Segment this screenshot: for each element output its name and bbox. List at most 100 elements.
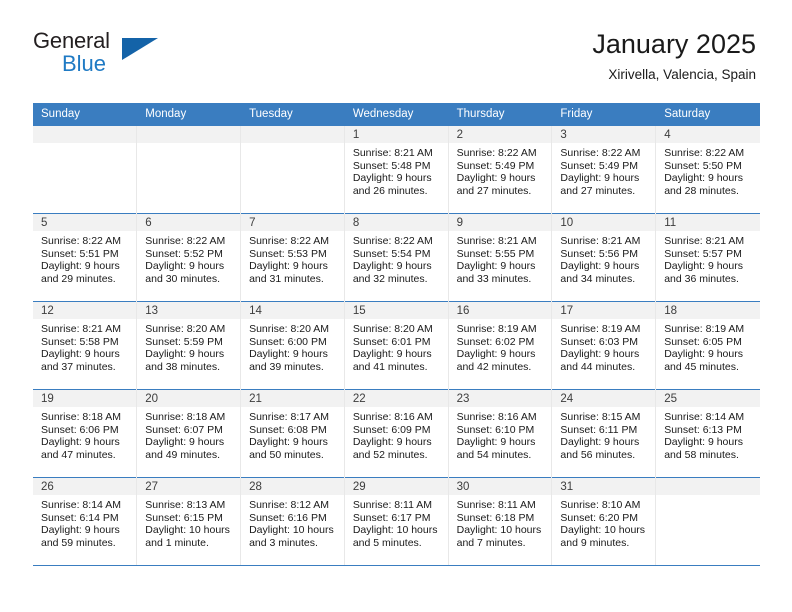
sunrise-text: Sunrise: 8:21 AM xyxy=(560,235,641,247)
day-number xyxy=(137,126,241,143)
sunset-text: Sunset: 6:10 PM xyxy=(456,423,535,436)
calendar-day-cell[interactable]: 23 Sunrise: 8:16 AM Sunset: 6:10 PM Dayligh… xyxy=(448,389,553,478)
calendar-day-cell[interactable]: 4 Sunrise: 8:22 AM Sunset: 5:50 PM Daylight… xyxy=(655,125,760,214)
sunrise-text: Sunrise: 8:21 AM xyxy=(352,147,433,159)
calendar-day-cell-empty xyxy=(136,125,242,214)
calendar-day-cell[interactable]: 8 Sunrise: 8:22 AM Sunset: 5:54 PM Daylight… xyxy=(344,213,449,302)
sunrise-text: Sunrise: 8:22 AM xyxy=(456,147,537,159)
daylight-text-line1: Daylight: 10 hours xyxy=(249,524,334,537)
calendar-day-cell[interactable]: 11 Sunrise: 8:21 AM Sunset: 5:57 PM Dayligh… xyxy=(655,213,760,302)
calendar-day-cell[interactable]: 15 Sunrise: 8:20 AM Sunset: 6:01 PM Dayligh… xyxy=(344,301,449,390)
daylight-text-line2: and 29 minutes. xyxy=(41,272,116,285)
calendar-day-cell[interactable]: 21 Sunrise: 8:17 AM Sunset: 6:08 PM Dayligh… xyxy=(240,389,345,478)
calendar-day-cell[interactable]: 28 Sunrise: 8:12 AM Sunset: 6:16 PM Dayligh… xyxy=(240,477,345,566)
sunset-text: Sunset: 6:16 PM xyxy=(249,511,327,524)
calendar-day-cell[interactable]: 18 Sunrise: 8:19 AM Sunset: 6:05 PM Dayligh… xyxy=(655,301,760,390)
daylight-text-line2: and 45 minutes. xyxy=(664,360,739,373)
calendar-week-row: 19 Sunrise: 8:18 AM Sunset: 6:06 PM Dayligh… xyxy=(33,389,760,478)
calendar-day-cell-empty xyxy=(655,477,760,566)
page-header: General Blue January 2025 Xirivella, Val… xyxy=(0,0,792,82)
day-details: Sunrise: 8:14 AM Sunset: 6:14 PM Daylight:… xyxy=(33,495,136,549)
day-number: 22 xyxy=(344,390,448,407)
daylight-text-line1: Daylight: 9 hours xyxy=(664,348,743,361)
calendar-day-cell[interactable]: 14 Sunrise: 8:20 AM Sunset: 6:00 PM Dayligh… xyxy=(240,301,345,390)
day-number: 27 xyxy=(137,478,241,495)
day-number: 10 xyxy=(552,214,656,231)
calendar-day-cell[interactable]: 25 Sunrise: 8:14 AM Sunset: 6:13 PM Dayligh… xyxy=(655,389,760,478)
calendar-day-cell[interactable]: 10 Sunrise: 8:21 AM Sunset: 5:56 PM Dayligh… xyxy=(551,213,657,302)
day-number: 15 xyxy=(344,302,448,319)
calendar-day-cell[interactable]: 5 Sunrise: 8:22 AM Sunset: 5:51 PM Daylight… xyxy=(33,213,138,302)
calendar-day-cell[interactable]: 26 Sunrise: 8:14 AM Sunset: 6:14 PM Dayligh… xyxy=(33,477,138,566)
day-number: 12 xyxy=(33,302,137,319)
sunrise-text: Sunrise: 8:14 AM xyxy=(664,411,745,423)
day-details: Sunrise: 8:21 AM Sunset: 5:55 PM Daylight:… xyxy=(449,231,552,285)
sunset-text: Sunset: 6:18 PM xyxy=(456,511,535,524)
general-blue-logo[interactable]: General Blue xyxy=(33,30,163,78)
day-number: 23 xyxy=(448,390,552,407)
calendar-day-cell[interactable]: 13 Sunrise: 8:20 AM Sunset: 5:59 PM Dayligh… xyxy=(136,301,242,390)
sunrise-text: Sunrise: 8:18 AM xyxy=(145,411,226,423)
sunset-text: Sunset: 6:07 PM xyxy=(145,423,223,436)
daylight-text-line1: Daylight: 10 hours xyxy=(456,524,542,537)
day-number: 20 xyxy=(137,390,241,407)
day-number: 24 xyxy=(552,390,656,407)
calendar-day-cell[interactable]: 20 Sunrise: 8:18 AM Sunset: 6:07 PM Dayligh… xyxy=(136,389,242,478)
daylight-text-line1: Daylight: 9 hours xyxy=(664,260,743,273)
sunset-text: Sunset: 5:59 PM xyxy=(145,335,223,348)
calendar-day-cell[interactable]: 17 Sunrise: 8:19 AM Sunset: 6:03 PM Dayligh… xyxy=(551,301,657,390)
calendar-day-cell[interactable]: 1 Sunrise: 8:21 AM Sunset: 5:48 PM Daylight… xyxy=(344,125,449,214)
sunrise-text: Sunrise: 8:22 AM xyxy=(41,235,121,247)
sunset-text: Sunset: 5:58 PM xyxy=(41,335,119,348)
day-number: 21 xyxy=(241,390,344,407)
daylight-text-line2: and 47 minutes. xyxy=(41,448,116,461)
daylight-text-line2: and 28 minutes. xyxy=(664,184,739,197)
calendar-day-cell[interactable]: 19 Sunrise: 8:18 AM Sunset: 6:06 PM Dayligh… xyxy=(33,389,138,478)
daylight-text-line2: and 27 minutes. xyxy=(456,184,532,197)
daylight-text-line2: and 34 minutes. xyxy=(560,272,636,285)
sunset-text: Sunset: 5:50 PM xyxy=(664,159,742,172)
sunset-text: Sunset: 6:05 PM xyxy=(664,335,742,348)
calendar-day-cell[interactable]: 24 Sunrise: 8:15 AM Sunset: 6:11 PM Dayligh… xyxy=(551,389,657,478)
day-number: 13 xyxy=(137,302,241,319)
sunrise-text: Sunrise: 8:11 AM xyxy=(352,499,433,511)
location-subtitle: Xirivella, Valencia, Spain xyxy=(608,67,756,82)
calendar-day-cell[interactable]: 16 Sunrise: 8:19 AM Sunset: 6:02 PM Dayligh… xyxy=(448,301,553,390)
calendar-day-cell[interactable]: 31 Sunrise: 8:10 AM Sunset: 6:20 PM Dayligh… xyxy=(551,477,657,566)
daylight-text-line1: Daylight: 9 hours xyxy=(249,348,328,361)
sunrise-text: Sunrise: 8:11 AM xyxy=(456,499,536,511)
daylight-text-line2: and 1 minute. xyxy=(145,536,209,549)
daylight-text-line1: Daylight: 9 hours xyxy=(560,348,640,361)
sunrise-text: Sunrise: 8:14 AM xyxy=(41,499,121,511)
calendar-day-cell[interactable]: 9 Sunrise: 8:21 AM Sunset: 5:55 PM Daylight… xyxy=(448,213,553,302)
daylight-text-line1: Daylight: 9 hours xyxy=(560,260,640,273)
day-number xyxy=(241,126,344,143)
daylight-text-line2: and 41 minutes. xyxy=(352,360,428,373)
day-details: Sunrise: 8:17 AM Sunset: 6:08 PM Daylight:… xyxy=(241,407,344,461)
calendar-day-cell[interactable]: 7 Sunrise: 8:22 AM Sunset: 5:53 PM Daylight… xyxy=(240,213,345,302)
day-number: 28 xyxy=(241,478,344,495)
calendar-day-cell[interactable]: 2 Sunrise: 8:22 AM Sunset: 5:49 PM Daylight… xyxy=(448,125,553,214)
calendar-day-cell[interactable]: 27 Sunrise: 8:13 AM Sunset: 6:15 PM Dayligh… xyxy=(136,477,242,566)
day-details: Sunrise: 8:18 AM Sunset: 6:06 PM Daylight:… xyxy=(33,407,136,461)
daylight-text-line1: Daylight: 9 hours xyxy=(456,348,536,361)
day-number: 14 xyxy=(241,302,344,319)
daylight-text-line1: Daylight: 9 hours xyxy=(41,436,120,449)
daylight-text-line1: Daylight: 9 hours xyxy=(352,436,432,449)
calendar-day-cell[interactable]: 30 Sunrise: 8:11 AM Sunset: 6:18 PM Dayligh… xyxy=(448,477,553,566)
day-details: Sunrise: 8:22 AM Sunset: 5:54 PM Daylight:… xyxy=(345,231,448,285)
day-number: 31 xyxy=(552,478,656,495)
calendar-grid: Sunday Monday Tuesday Wednesday Thursday Frid… xyxy=(33,103,760,566)
calendar-day-cell[interactable]: 6 Sunrise: 8:22 AM Sunset: 5:52 PM Daylight… xyxy=(136,213,242,302)
daylight-text-line1: Daylight: 9 hours xyxy=(145,348,225,361)
calendar-day-cell[interactable]: 3 Sunrise: 8:22 AM Sunset: 5:49 PM Daylight… xyxy=(551,125,657,214)
calendar-day-cell[interactable]: 22 Sunrise: 8:16 AM Sunset: 6:09 PM Dayligh… xyxy=(344,389,449,478)
daylight-text-line1: Daylight: 9 hours xyxy=(456,172,536,185)
daylight-text-line1: Daylight: 9 hours xyxy=(41,524,120,537)
sunrise-text: Sunrise: 8:21 AM xyxy=(41,323,121,335)
calendar-day-cell[interactable]: 12 Sunrise: 8:21 AM Sunset: 5:58 PM Dayligh… xyxy=(33,301,138,390)
sunset-text: Sunset: 6:17 PM xyxy=(352,511,431,524)
day-details: Sunrise: 8:16 AM Sunset: 6:10 PM Daylight:… xyxy=(449,407,552,461)
calendar-day-cell[interactable]: 29 Sunrise: 8:11 AM Sunset: 6:17 PM Dayligh… xyxy=(344,477,449,566)
day-number: 19 xyxy=(33,390,137,407)
